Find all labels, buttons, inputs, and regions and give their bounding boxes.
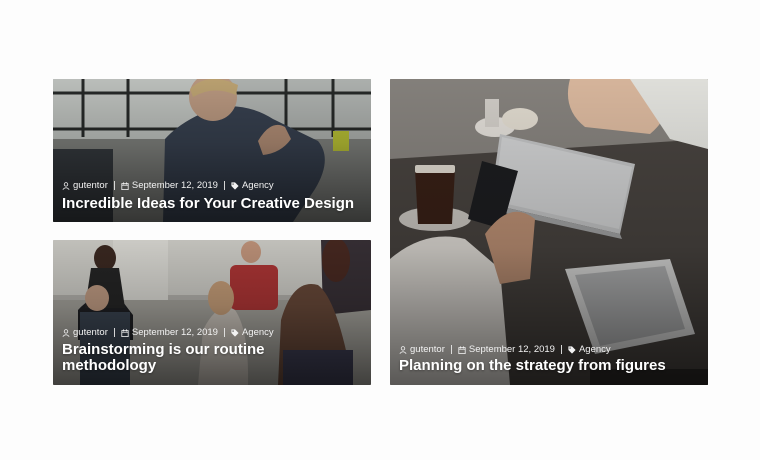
category-text: Agency	[241, 327, 274, 338]
date-text: September 12, 2019	[131, 327, 218, 338]
post-title[interactable]: Brainstorming is our routine methodology	[62, 342, 281, 373]
post-author[interactable]: gutentor	[62, 180, 108, 191]
post-grid: gutentor September 12, 2019 Agency Incre…	[0, 0, 760, 460]
post-author[interactable]: gutentor	[399, 344, 445, 355]
tag-icon	[231, 181, 239, 190]
meta-divider	[113, 328, 115, 337]
user-icon	[399, 345, 407, 354]
meta-divider	[560, 345, 562, 354]
post-card[interactable]: gutentor September 12, 2019 Agency Brain…	[53, 240, 371, 385]
date-text: September 12, 2019	[131, 180, 218, 191]
calendar-icon	[121, 181, 129, 190]
tag-icon	[568, 345, 576, 354]
post-category[interactable]: Agency	[568, 344, 611, 355]
calendar-icon	[458, 345, 466, 354]
date-text: September 12, 2019	[468, 344, 555, 355]
meta-divider	[223, 181, 225, 190]
author-name: gutentor	[73, 180, 108, 191]
image-overlay	[390, 79, 708, 385]
tag-icon	[231, 328, 239, 337]
post-date[interactable]: September 12, 2019	[121, 180, 218, 191]
category-text: Agency	[578, 344, 611, 355]
post-title[interactable]: Incredible Ideas for Your Creative Desig…	[62, 196, 361, 212]
meta-divider	[450, 345, 452, 354]
post-category[interactable]: Agency	[231, 180, 274, 191]
meta-divider	[113, 181, 115, 190]
meta-divider	[223, 328, 225, 337]
post-meta: gutentor September 12, 2019 Agency	[399, 344, 611, 355]
post-meta: gutentor September 12, 2019 Agency	[62, 327, 274, 338]
post-date[interactable]: September 12, 2019	[458, 344, 555, 355]
calendar-icon	[121, 328, 129, 337]
user-icon	[62, 328, 70, 337]
author-name: gutentor	[410, 344, 445, 355]
user-icon	[62, 181, 70, 190]
post-card[interactable]: gutentor September 12, 2019 Agency Incre…	[53, 79, 371, 222]
post-date[interactable]: September 12, 2019	[121, 327, 218, 338]
author-name: gutentor	[73, 327, 108, 338]
post-meta: gutentor September 12, 2019 Agency	[62, 180, 274, 191]
post-title[interactable]: Planning on the strategy from figures	[399, 358, 698, 374]
post-category[interactable]: Agency	[231, 327, 274, 338]
category-text: Agency	[241, 180, 274, 191]
post-card[interactable]: gutentor September 12, 2019 Agency Plann…	[390, 79, 708, 385]
post-author[interactable]: gutentor	[62, 327, 108, 338]
